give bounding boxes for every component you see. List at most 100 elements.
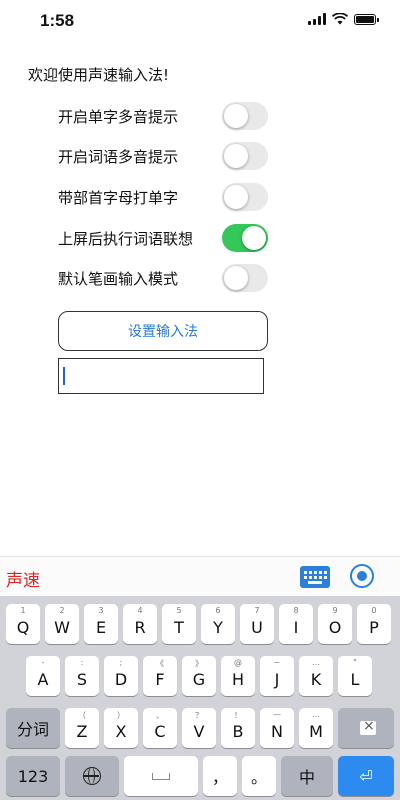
key-main: 分词 xyxy=(16,720,49,739)
key-sub: 2 xyxy=(59,606,65,615)
key-sub: 3 xyxy=(98,606,104,615)
key-sub: : xyxy=(80,658,84,667)
return-icon: ⏎ xyxy=(359,766,373,786)
key-sub: - xyxy=(41,658,45,667)
key-k[interactable]: … K xyxy=(299,656,333,696)
key-e[interactable]: 3E xyxy=(84,604,118,644)
key-c[interactable]: 、 C xyxy=(143,708,177,748)
toggle-knob xyxy=(224,144,248,168)
key-main: L xyxy=(350,669,360,689)
key-main: N xyxy=(271,721,283,741)
key-sub: 1 xyxy=(20,606,26,615)
text-caret xyxy=(63,367,65,385)
settings-icon[interactable] xyxy=(350,564,374,588)
key-d[interactable]: ; D xyxy=(104,656,138,696)
key-j[interactable]: ~ J xyxy=(260,656,294,696)
key-r[interactable]: 4R xyxy=(123,604,157,644)
key-main: G xyxy=(192,669,206,689)
key-l[interactable]: " L xyxy=(338,656,372,696)
word-association-toggle[interactable] xyxy=(222,224,268,252)
globe-key[interactable] xyxy=(65,756,119,796)
key-main: Y xyxy=(213,617,223,637)
key-main: Z xyxy=(76,721,88,741)
key-main: D xyxy=(114,669,128,689)
setting-label: 开启词语多音提示 xyxy=(58,147,179,166)
setting-row-single-char-polyphone: 开启单字多音提示 xyxy=(58,100,268,132)
key-main: K xyxy=(310,669,322,689)
key-sub: @ xyxy=(234,658,242,667)
key-sub: 8 xyxy=(293,606,299,615)
key-main: F xyxy=(155,669,165,689)
key-p[interactable]: 0P xyxy=(357,604,391,644)
key-sub: … xyxy=(312,658,320,667)
key-main: V xyxy=(193,721,205,741)
key-h[interactable]: @ H xyxy=(221,656,255,696)
battery-icon xyxy=(354,13,379,25)
key-m[interactable]: … M xyxy=(299,708,333,748)
keyboard: 1Q 2W 3E 4R 5T 6Y 7U 8I 9O 0P -A :S ; D 《… xyxy=(0,596,400,800)
key-x[interactable]: ） X xyxy=(104,708,138,748)
key-sub: 6 xyxy=(215,606,221,615)
space-key[interactable] xyxy=(124,756,198,796)
numbers-key[interactable]: 123 xyxy=(6,756,60,796)
period-key[interactable]: 。 xyxy=(242,756,276,796)
setting-row-radical-letter: 带部首字母打单字 xyxy=(58,181,268,213)
key-s[interactable]: :S xyxy=(65,656,99,696)
return-key[interactable]: ⏎ xyxy=(338,756,394,796)
key-sub: — xyxy=(273,710,281,719)
key-main: B xyxy=(232,721,244,741)
chinese-mode-key[interactable]: 中 xyxy=(281,756,333,796)
key-main: 中 xyxy=(298,768,315,787)
comma-key[interactable]: ， xyxy=(203,756,237,796)
key-main: A xyxy=(37,669,49,689)
stroke-mode-toggle[interactable] xyxy=(222,264,268,292)
key-b[interactable]: ！ B xyxy=(221,708,255,748)
key-main: P xyxy=(369,617,379,637)
status-time: 1:58 xyxy=(40,11,75,30)
backspace-key[interactable] xyxy=(338,708,394,748)
keyboard-icon[interactable] xyxy=(300,566,330,588)
key-f[interactable]: 《 F xyxy=(143,656,177,696)
single-char-polyphone-toggle[interactable] xyxy=(222,102,268,130)
key-w[interactable]: 2W xyxy=(45,604,79,644)
key-main: R xyxy=(134,617,146,637)
key-n[interactable]: — N xyxy=(260,708,294,748)
key-o[interactable]: 9O xyxy=(318,604,352,644)
key-sub: … xyxy=(312,710,320,719)
key-a[interactable]: -A xyxy=(26,656,60,696)
key-z[interactable]: （Z xyxy=(65,708,99,748)
candidate-bar: 声速 xyxy=(0,556,400,597)
key-y[interactable]: 6Y xyxy=(201,604,235,644)
toggle-knob xyxy=(224,104,248,128)
key-g[interactable]: 》 G xyxy=(182,656,216,696)
text-input-field[interactable] xyxy=(58,358,264,394)
key-main: U xyxy=(251,617,263,637)
key-t[interactable]: 5T xyxy=(162,604,196,644)
key-v[interactable]: ？ V xyxy=(182,708,216,748)
word-polyphone-toggle[interactable] xyxy=(222,142,268,170)
toggle-knob xyxy=(224,185,248,209)
toggle-knob xyxy=(224,266,248,290)
key-i[interactable]: 8I xyxy=(279,604,313,644)
key-q[interactable]: 1Q xyxy=(6,604,40,644)
welcome-text: 欢迎使用声速输入法! xyxy=(28,66,170,84)
status-bar: 1:58 xyxy=(0,0,400,44)
key-sub: 》 xyxy=(195,659,203,668)
radical-letter-toggle[interactable] xyxy=(222,183,268,211)
key-main: ， xyxy=(211,768,228,787)
setup-input-method-button[interactable]: 设置输入法 xyxy=(58,311,268,351)
toggle-knob xyxy=(242,226,266,250)
key-main: O xyxy=(328,617,342,637)
key-u[interactable]: 7U xyxy=(240,604,274,644)
key-sub: 、 xyxy=(156,711,164,720)
status-icons xyxy=(308,13,379,25)
key-sub: " xyxy=(353,658,357,667)
key-main: H xyxy=(231,669,245,689)
setting-label: 上屏后执行词语联想 xyxy=(58,229,194,248)
key-main: M xyxy=(309,721,323,741)
wifi-icon xyxy=(332,13,348,25)
setting-label: 默认笔画输入模式 xyxy=(58,269,179,288)
key-sub: ~ xyxy=(273,658,281,667)
fenci-key[interactable]: 分词 xyxy=(6,708,60,748)
brand-label[interactable]: 声速 xyxy=(6,566,40,591)
